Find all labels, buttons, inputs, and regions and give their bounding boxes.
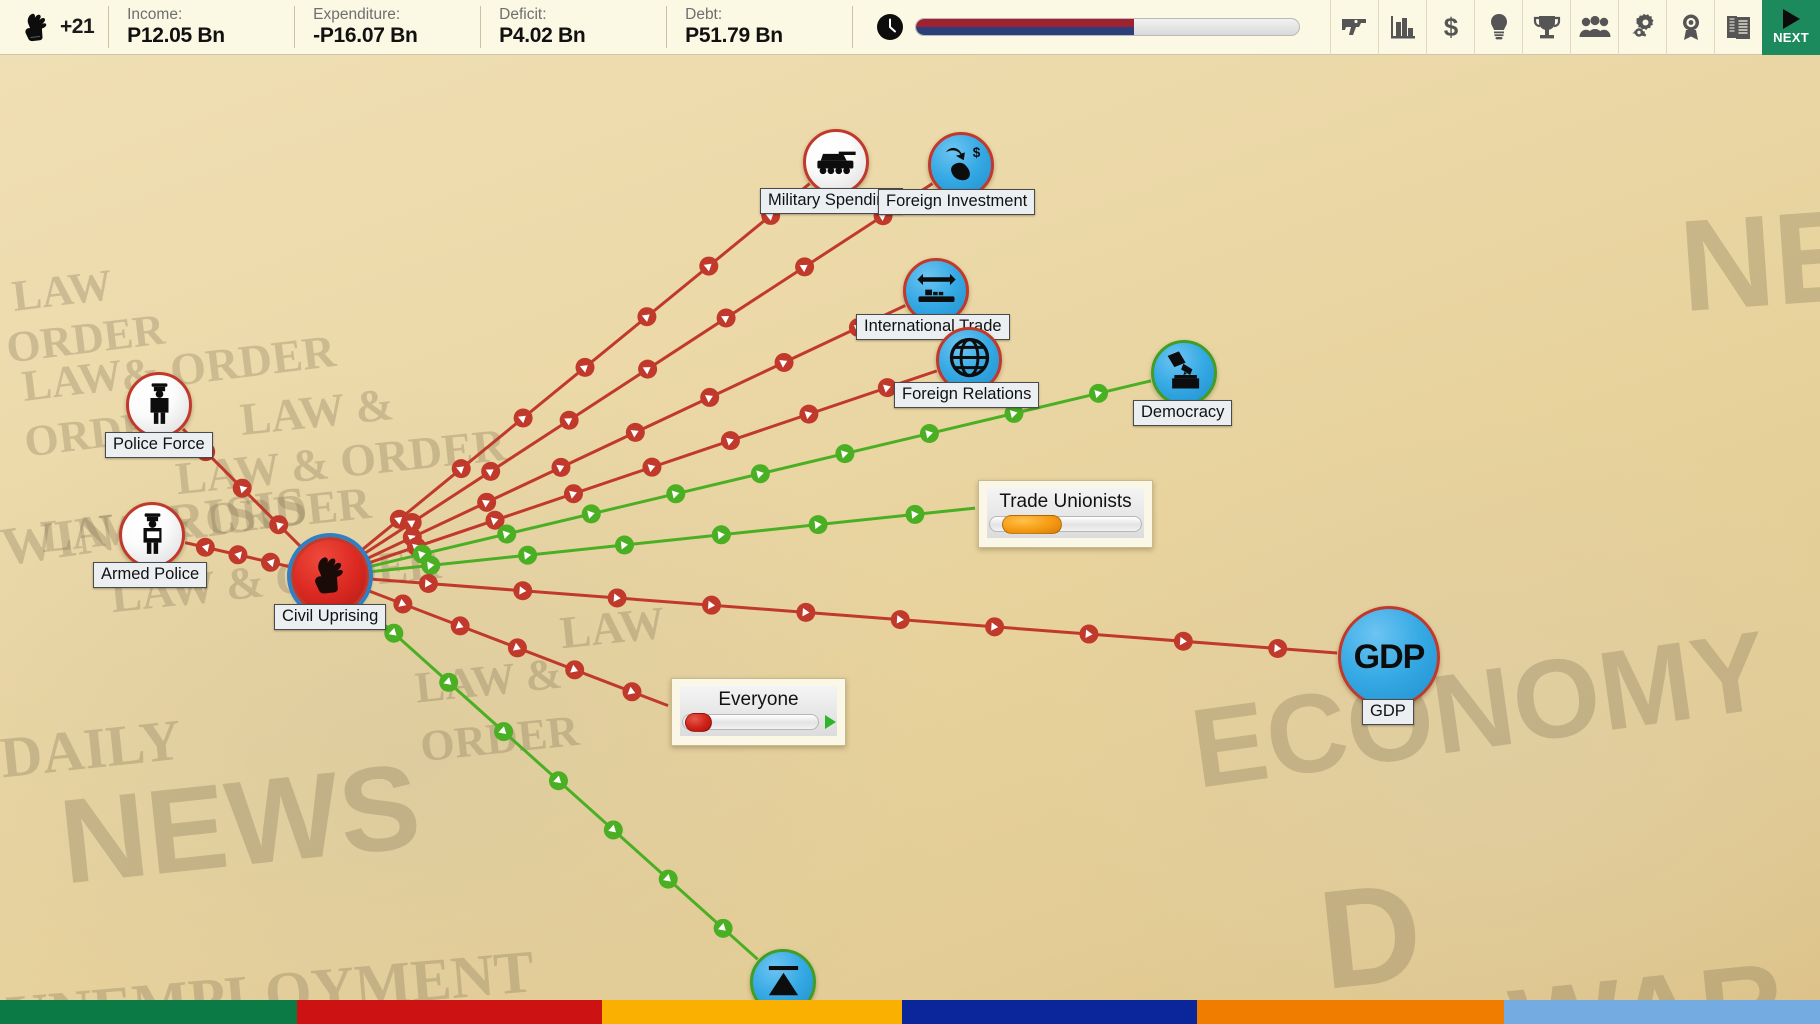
stat-value: P51.79 Bn (685, 24, 783, 48)
slider-track-trade_unionists[interactable] (989, 515, 1142, 534)
ship-trade-icon (914, 266, 959, 316)
fist-icon (304, 547, 357, 605)
panel-trade_unionists[interactable]: Trade Unionists (978, 480, 1153, 548)
policy-influence-map[interactable]: LAW ORDER LAW & ORDER LAW & ORDER LAW & ORDER L… (0, 55, 1820, 1024)
gears-icon[interactable] (1618, 0, 1666, 55)
stat-value: -P16.07 Bn (313, 24, 418, 48)
panel-everyone[interactable]: Everyone (671, 678, 846, 746)
edge-civil_uprising-to-foreign_investment (362, 182, 934, 556)
node-military_spending[interactable] (803, 129, 869, 195)
node-label-armed_police: Armed Police (93, 562, 208, 588)
stripe-segment (902, 1000, 1197, 1024)
fist-icon (16, 6, 58, 48)
pistol-icon[interactable] (1330, 0, 1378, 55)
stat-label: Expenditure: (313, 5, 401, 23)
play-triangle-icon (1782, 9, 1800, 29)
tank-icon (814, 137, 859, 187)
progress-bottom-half (916, 27, 1135, 35)
top-status-bar: +21 Income: P12.05 Bn Expenditure: -P16.… (0, 0, 1820, 55)
node-label-police_force: Police Force (105, 432, 213, 458)
edge-civil_uprising-to-stability (358, 601, 759, 961)
stat-debt: Debt: P51.79 Bn (667, 0, 852, 54)
node-label-gdp: GDP (1362, 699, 1414, 725)
svg-text:$: $ (972, 145, 980, 160)
dollar-icon[interactable]: $ (1426, 0, 1474, 55)
panel-title-everyone: Everyone (718, 689, 799, 710)
award-ribbon-icon[interactable] (1666, 0, 1714, 55)
trophy-icon[interactable] (1522, 0, 1570, 55)
next-turn-button[interactable]: NEXT (1762, 0, 1820, 55)
play-arrow-icon[interactable] (824, 715, 836, 729)
documents-icon[interactable] (1714, 0, 1762, 55)
svg-text:$: $ (1443, 13, 1458, 41)
bar-chart-icon[interactable] (1378, 0, 1426, 55)
node-armed_police[interactable] (119, 502, 185, 568)
panel-body: Trade Unionists (987, 488, 1144, 538)
stat-value: P12.05 Bn (127, 24, 225, 48)
globe-icon (947, 335, 992, 385)
node-police_force[interactable] (126, 372, 192, 438)
node-gdp[interactable]: GDP (1338, 606, 1440, 708)
node-gdp-text: GDP (1353, 637, 1426, 676)
panel-title-trade_unionists: Trade Unionists (999, 491, 1132, 512)
turn-progress-fill (916, 19, 1135, 35)
turn-timer (853, 0, 1312, 54)
lightbulb-icon[interactable] (1474, 0, 1522, 55)
turn-progress-bar[interactable] (915, 18, 1301, 36)
node-label-foreign_investment: Foreign Investment (878, 189, 1036, 215)
stat-label: Income: (127, 5, 183, 23)
emblem-count: +21 (60, 15, 95, 38)
stripe-segment (1197, 1000, 1504, 1024)
node-label-civil_uprising: Civil Uprising (274, 604, 387, 630)
edge-civil_uprising-to-military_spending (360, 182, 811, 552)
stat-expenditure: Expenditure: -P16.07 Bn (295, 0, 480, 54)
stripe-segment (297, 1000, 602, 1024)
stat-label: Deficit: (499, 5, 547, 23)
progress-top-half (916, 19, 1135, 27)
slider-row (681, 713, 836, 732)
node-label-foreign_relations: Foreign Relations (894, 382, 1040, 408)
bottom-color-stripe (0, 1000, 1820, 1024)
node-democracy[interactable] (1151, 340, 1217, 406)
clock-icon (875, 12, 905, 42)
stat-value: P4.02 Bn (499, 24, 586, 48)
party-emblem[interactable]: +21 (0, 0, 108, 54)
slider-knob-trade_unionists[interactable] (1002, 515, 1063, 534)
stat-income: Income: P12.05 Bn (109, 0, 294, 54)
toolbar-icons: $ NEXT (1330, 0, 1820, 55)
slider-knob-everyone[interactable] (685, 713, 713, 732)
stripe-segment (602, 1000, 902, 1024)
ballot-box-icon (1162, 348, 1207, 398)
stat-label: Debt: (685, 5, 723, 23)
slider-track-everyone[interactable] (681, 713, 819, 732)
stat-deficit: Deficit: P4.02 Bn (481, 0, 666, 54)
panel-body: Everyone (680, 686, 837, 736)
next-button-label: NEXT (1773, 30, 1809, 45)
node-label-democracy: Democracy (1133, 400, 1233, 426)
group-people-icon[interactable] (1570, 0, 1618, 55)
investment-icon: $ (939, 140, 984, 190)
police-icon (137, 380, 182, 430)
armed-police-icon (130, 510, 175, 560)
slider-row (989, 515, 1142, 534)
stripe-segment (0, 1000, 297, 1024)
stripe-segment (1504, 1000, 1820, 1024)
